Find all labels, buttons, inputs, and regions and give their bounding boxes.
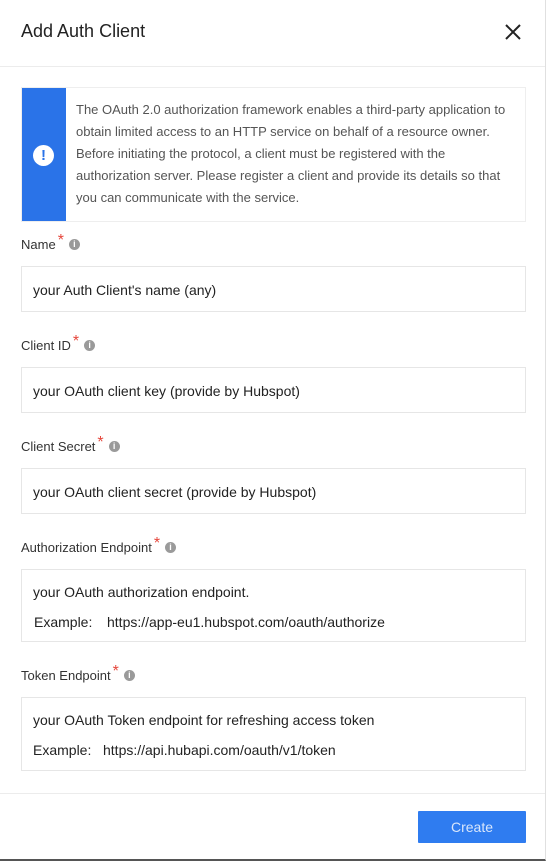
add-auth-client-dialog: Add Auth Client ! The OAuth 2.0 authoriz…	[0, 0, 546, 861]
token-endpoint-placeholder: your OAuth Token endpoint for refreshing…	[33, 712, 375, 728]
info-icon[interactable]: i	[123, 670, 135, 682]
example-value: https://api.hubapi.com/oauth/v1/token	[103, 742, 336, 758]
required-asterisk: *	[72, 333, 80, 350]
example-label: Example:	[33, 742, 92, 758]
notice-text: The OAuth 2.0 authorization framework en…	[76, 102, 506, 205]
required-asterisk: *	[112, 663, 119, 680]
client-secret-label: Client Secret * i	[21, 434, 120, 456]
info-icon[interactable]: i	[84, 340, 96, 352]
close-icon[interactable]	[503, 22, 523, 42]
info-icon[interactable]: i	[108, 441, 120, 453]
client-id-input[interactable]: your OAuth client key (provide by Hubspo…	[21, 367, 526, 413]
notice-accent-bar: !	[22, 88, 66, 221]
dialog-header: Add Auth Client	[0, 0, 545, 67]
example-label: Example:	[34, 614, 93, 630]
required-asterisk: *	[153, 535, 161, 552]
authorization-endpoint-label: Authorization Endpoint * i	[21, 535, 177, 557]
token-endpoint-label: Token Endpoint * i	[21, 663, 135, 685]
info-icon[interactable]: i	[165, 542, 177, 554]
footer-divider	[0, 793, 545, 794]
info-icon[interactable]: i	[68, 239, 80, 251]
client-id-placeholder: your OAuth client key (provide by Hubspo…	[33, 383, 300, 399]
authorization-endpoint-placeholder: your OAuth authorization endpoint.	[33, 584, 250, 600]
token-endpoint-input[interactable]: your OAuth Token endpoint for refreshing…	[21, 697, 526, 771]
client-secret-input[interactable]: your OAuth client secret (provide by Hub…	[21, 468, 526, 514]
name-input[interactable]: your Auth Client's name (any)	[21, 266, 526, 312]
name-placeholder: your Auth Client's name (any)	[33, 282, 217, 298]
required-asterisk: *	[97, 434, 104, 451]
oauth-info-notice: ! The OAuth 2.0 authorization framework …	[21, 87, 526, 222]
required-asterisk: *	[57, 232, 64, 249]
dialog-title: Add Auth Client	[21, 21, 146, 41]
create-button[interactable]: Create	[418, 811, 526, 843]
authorization-endpoint-input[interactable]: your OAuth authorization endpoint. Examp…	[21, 569, 526, 642]
name-label: Name * i	[21, 232, 80, 254]
client-id-label: Client ID * i	[21, 333, 96, 355]
client-secret-placeholder: your OAuth client secret (provide by Hub…	[33, 484, 317, 500]
example-value: https://app-eu1.hubspot.com/oauth/author…	[107, 614, 385, 630]
exclamation-icon: !	[33, 145, 54, 166]
